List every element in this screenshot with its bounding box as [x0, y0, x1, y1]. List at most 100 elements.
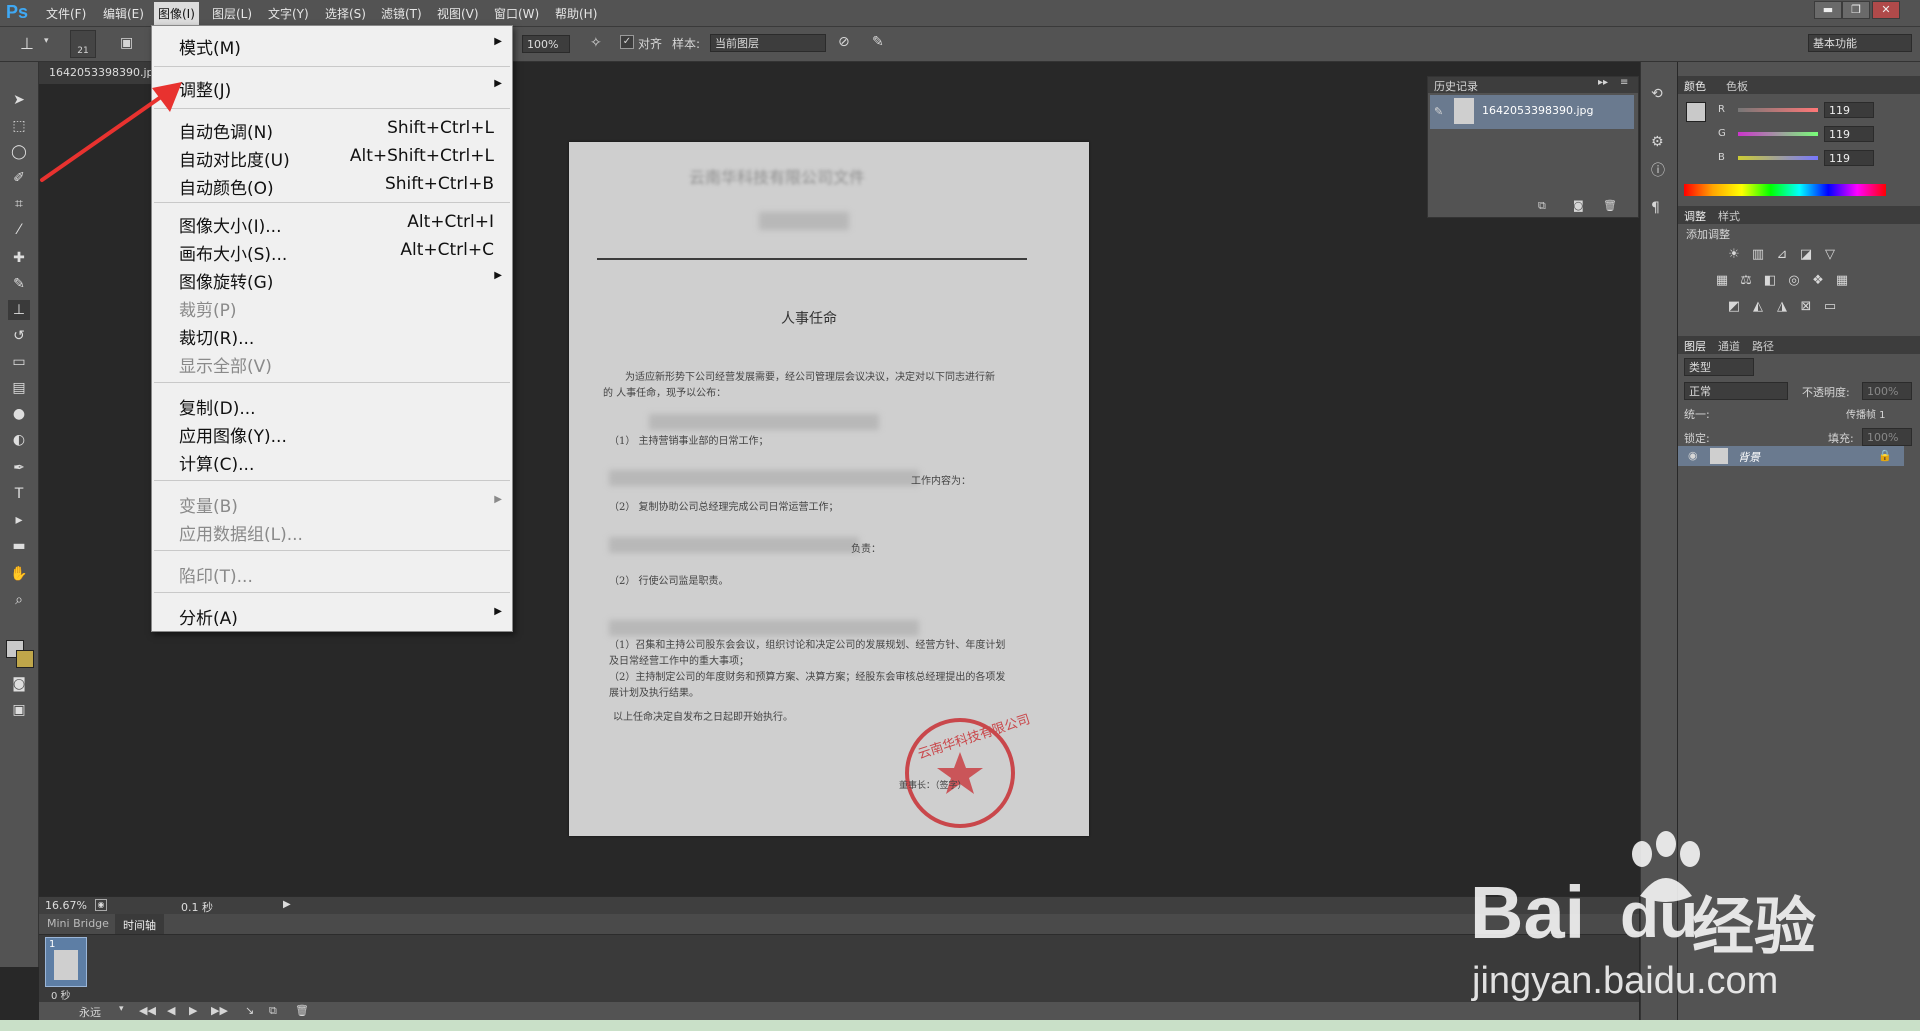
blur-tool-icon[interactable]: ● — [8, 404, 30, 424]
path-select-tool-icon[interactable]: ▸ — [8, 510, 30, 530]
zoom-readout[interactable]: 16.67% — [45, 899, 87, 912]
shape-tool-icon[interactable]: ▬ — [8, 536, 30, 556]
timeline-frame[interactable]: 1 — [45, 937, 87, 987]
brush-panel-icon[interactable]: ▣ — [120, 35, 133, 51]
pen-tool-icon[interactable]: ✒ — [8, 458, 30, 478]
color-spectrum-ramp[interactable] — [1684, 184, 1886, 196]
tab-color[interactable]: 颜色 — [1684, 78, 1706, 94]
exposure-icon[interactable]: ◪ — [1798, 248, 1814, 262]
next-frame-icon[interactable]: ▶▶ — [211, 1004, 228, 1017]
history-snapshot[interactable]: ✎ 1642053398390.jpg — [1430, 95, 1634, 129]
blend-mode-select[interactable]: 正常 — [1684, 382, 1788, 400]
brush-size-preview[interactable]: 21 — [70, 30, 96, 58]
paragraph-icon[interactable]: ¶ — [1651, 200, 1660, 216]
hand-tool-icon[interactable]: ✋ — [8, 564, 30, 584]
channel-value[interactable]: 119 — [1824, 150, 1874, 166]
menu-item-trim[interactable]: 裁切(R)... — [152, 322, 512, 349]
channel-mixer-icon[interactable]: ❖ — [1810, 274, 1826, 288]
opacity-field[interactable]: 100% — [1862, 382, 1912, 400]
history-title[interactable]: 历史记录 — [1434, 78, 1478, 94]
marquee-tool-icon[interactable]: ⬚ — [8, 116, 30, 136]
chevron-down-icon[interactable]: ▾ — [44, 36, 49, 46]
properties-icon[interactable]: ⚙ — [1651, 134, 1664, 150]
quick-mask-icon[interactable]: ◙ — [8, 674, 30, 694]
new-document-icon[interactable]: ⧉ — [1538, 199, 1546, 213]
clone-stamp-tool-icon[interactable]: ⊥ — [8, 300, 30, 320]
green-slider[interactable]: G 119 — [1678, 126, 1920, 148]
menu-item-auto-tone[interactable]: 自动色调(N) Shift+Ctrl+L — [152, 116, 512, 143]
tab-mini-bridge[interactable]: Mini Bridge — [47, 917, 109, 930]
play-icon[interactable]: ▶ — [189, 1004, 197, 1017]
ignore-adjustment-icon[interactable]: ⊘ — [838, 34, 850, 50]
brightness-icon[interactable]: ☀ — [1726, 248, 1742, 262]
eyedropper-tool-icon[interactable]: ⁄ — [8, 220, 30, 240]
channel-value[interactable]: 119 — [1824, 126, 1874, 142]
gradient-tool-icon[interactable]: ▤ — [8, 378, 30, 398]
channel-value[interactable]: 119 — [1824, 102, 1874, 118]
minimize-button[interactable]: ▬ — [1814, 1, 1842, 19]
layer-kind-filter[interactable]: 类型 — [1684, 358, 1754, 376]
dodge-tool-icon[interactable]: ◐ — [8, 430, 30, 450]
restore-button[interactable]: ❐ — [1842, 1, 1870, 19]
menu-file[interactable]: 文件(F) — [46, 5, 86, 22]
levels-icon[interactable]: ▥ — [1750, 248, 1766, 262]
red-slider[interactable]: R 119 — [1678, 102, 1920, 124]
menu-item-auto-contrast[interactable]: 自动对比度(U) Alt+Shift+Ctrl+L — [152, 144, 512, 171]
tween-icon[interactable]: ↘ — [245, 1004, 254, 1017]
camera-icon[interactable]: ◙ — [1573, 199, 1584, 212]
status-menu-arrow-icon[interactable]: ▶ — [283, 899, 291, 910]
menu-item-mode[interactable]: 模式(M) ▶ — [152, 32, 512, 59]
menu-item-apply-image[interactable]: 应用图像(Y)... — [152, 420, 512, 447]
status-info-icon[interactable]: ◉ — [95, 899, 107, 911]
menu-item-adjust[interactable]: 调整(J) ▶ — [152, 74, 512, 101]
menu-item-analysis[interactable]: 分析(A) ▶ — [152, 602, 512, 629]
type-tool-icon[interactable]: T — [8, 484, 30, 504]
panel-expand-icon[interactable]: ▸▸ — [1598, 77, 1608, 88]
color-balance-icon[interactable]: ⚖ — [1738, 274, 1754, 288]
menu-item-duplicate[interactable]: 复制(D)... — [152, 392, 512, 419]
posterize-icon[interactable]: ◭ — [1750, 300, 1766, 314]
menu-type[interactable]: 文字(Y) — [268, 5, 309, 22]
blue-slider[interactable]: B 119 — [1678, 150, 1920, 172]
tab-layers[interactable]: 图层 — [1684, 338, 1706, 354]
menu-select[interactable]: 选择(S) — [325, 5, 366, 22]
slider-track[interactable] — [1738, 132, 1818, 136]
airbrush-icon[interactable]: ✧ — [590, 35, 602, 51]
menu-layer[interactable]: 图层(L) — [212, 5, 252, 22]
threshold-icon[interactable]: ◮ — [1774, 300, 1790, 314]
crop-tool-icon[interactable]: ⌗ — [8, 194, 30, 214]
align-checkbox[interactable]: ✓ — [620, 35, 634, 49]
duplicate-frame-icon[interactable]: ⧉ — [269, 1004, 277, 1018]
layer-row-background[interactable]: ◉ 背景 🔒 — [1678, 446, 1904, 466]
gradient-map-icon[interactable]: ▭ — [1822, 300, 1838, 314]
tab-channels[interactable]: 通道 — [1718, 338, 1740, 354]
frame-delay[interactable]: 0 秒 — [51, 987, 71, 1002]
menu-image[interactable]: 图像(I) — [154, 2, 199, 25]
menu-help[interactable]: 帮助(H) — [555, 5, 597, 22]
move-tool-icon[interactable]: ➤ — [8, 90, 30, 110]
document-image[interactable]: 云南华科技有限公司文件 人事任命 为适应新形势下公司经营发展需要，经公司管理层会… — [569, 142, 1089, 836]
healing-brush-tool-icon[interactable]: ✚ — [8, 248, 30, 268]
menu-edit[interactable]: 编辑(E) — [103, 5, 144, 22]
pressure-icon[interactable]: ✎ — [872, 34, 884, 50]
menu-item-canvas-size[interactable]: 画布大小(S)... Alt+Ctrl+C — [152, 238, 512, 265]
tab-paths[interactable]: 路径 — [1752, 338, 1774, 354]
close-button[interactable]: ✕ — [1872, 1, 1900, 19]
workspace-select[interactable]: 基本功能 — [1808, 34, 1912, 52]
menu-item-image-size[interactable]: 图像大小(I)... Alt+Ctrl+I — [152, 210, 512, 237]
vibrance-icon[interactable]: ▽ — [1822, 248, 1838, 262]
sample-select[interactable]: 当前图层 — [710, 34, 826, 52]
background-color-swatch[interactable] — [16, 650, 34, 668]
invert-icon[interactable]: ◩ — [1726, 300, 1742, 314]
menu-item-auto-color[interactable]: 自动颜色(O) Shift+Ctrl+B — [152, 172, 512, 199]
hue-saturation-icon[interactable]: ▦ — [1714, 274, 1730, 288]
trash-icon[interactable]: 🗑 — [295, 1004, 309, 1017]
quick-select-tool-icon[interactable]: ✐ — [8, 168, 30, 188]
tab-timeline[interactable]: 时间轴 — [115, 914, 164, 934]
chevron-down-icon[interactable]: ▾ — [119, 1004, 124, 1014]
selective-color-icon[interactable]: ⊠ — [1798, 300, 1814, 314]
menu-window[interactable]: 窗口(W) — [494, 5, 539, 22]
lasso-tool-icon[interactable]: ◯ — [8, 142, 30, 162]
clone-stamp-icon[interactable]: ⊥ — [20, 34, 34, 53]
fill-field[interactable]: 100% — [1862, 428, 1912, 446]
